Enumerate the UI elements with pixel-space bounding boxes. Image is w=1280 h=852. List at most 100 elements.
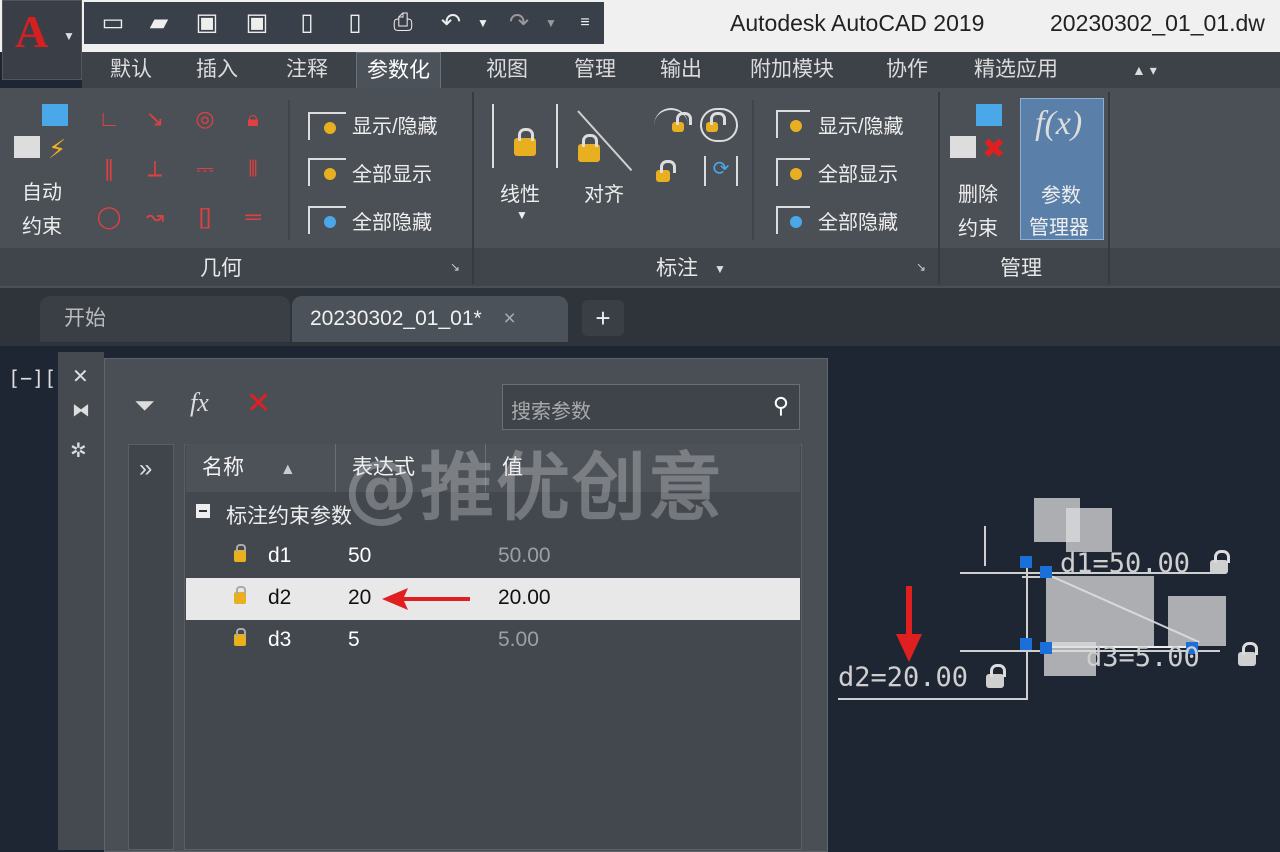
delete-constraint-label[interactable]: 删除	[958, 178, 998, 207]
dim-hide-all-button[interactable]: 全部隐藏	[818, 206, 898, 235]
new-tab-button[interactable]: +	[582, 300, 624, 336]
angular-constraint-icon[interactable]	[654, 156, 688, 186]
param-expression[interactable]: 5	[348, 628, 360, 652]
tangent-icon[interactable]: ◯	[94, 204, 124, 230]
table-row[interactable]: d1 50 50.00	[186, 536, 800, 578]
geom-show-all-button[interactable]: 全部显示	[352, 158, 432, 187]
new-file-icon[interactable]: ▭	[98, 8, 128, 38]
coincident-icon[interactable]: ∟	[94, 106, 124, 132]
palette-title-strip[interactable]: ✕ ⧓ ✲	[58, 352, 104, 850]
autohide-icon[interactable]: ⧓	[72, 400, 90, 421]
tab-current-drawing[interactable]: 20230302_01_01* ×	[292, 296, 568, 342]
tab-insert[interactable]: 插入	[186, 52, 248, 88]
undo-dropdown-icon[interactable]: ▼	[468, 8, 498, 38]
fix-lock-icon[interactable]: 🔒︎	[238, 106, 268, 132]
redo-icon[interactable]: ↷	[504, 8, 534, 38]
chevron-down-icon[interactable]: ▼	[516, 208, 528, 222]
ribbon-options-icon[interactable]: ▲ ▾	[1122, 52, 1167, 88]
tab-collaborate[interactable]: 协作	[876, 52, 938, 88]
perpendicular-icon[interactable]: ⟂	[140, 156, 170, 182]
smooth-icon[interactable]: ↝	[140, 204, 170, 230]
delete-constraint-icon[interactable]: ✖	[950, 104, 1010, 168]
aligned-constraint-button[interactable]: 对齐	[584, 178, 624, 207]
app-title: Autodesk AutoCAD 2019	[730, 10, 985, 36]
properties-icon[interactable]: ✲	[70, 438, 87, 463]
tab-addins[interactable]: 附加模块	[740, 52, 844, 88]
tab-parametric[interactable]: 参数化	[356, 52, 441, 89]
save-icon[interactable]: ▣	[192, 8, 222, 38]
d3-dimension-label[interactable]: d3=5.00	[1086, 642, 1200, 673]
parameters-manager-button[interactable]: f(x) 参数 管理器	[1020, 98, 1104, 240]
viewport-controls[interactable]: [−][	[8, 366, 56, 390]
search-icon[interactable]: ⚲	[773, 393, 789, 419]
radius-constraint-icon[interactable]	[654, 108, 692, 140]
tab-default[interactable]: 默认	[100, 52, 162, 88]
grip-point[interactable]	[1040, 642, 1052, 654]
tab-manage[interactable]: 管理	[564, 52, 626, 88]
close-icon[interactable]: ✕	[72, 364, 89, 389]
dim-hide-all-icon[interactable]	[776, 206, 810, 234]
dialog-launcher-icon[interactable]: ↘	[450, 260, 460, 274]
search-parameters-input[interactable]: 搜索参数 ⚲	[502, 384, 800, 430]
dialog-launcher-icon[interactable]: ↘	[916, 260, 926, 274]
geom-show-hide-icon[interactable]	[308, 112, 346, 140]
geom-show-all-icon[interactable]	[308, 158, 346, 186]
linear-constraint-icon[interactable]	[492, 104, 558, 168]
aligned-constraint-icon[interactable]	[574, 104, 640, 172]
collapse-icon[interactable]	[196, 504, 210, 518]
save-web-icon[interactable]: ▯	[340, 8, 370, 38]
redo-dropdown-icon[interactable]: ▼	[536, 8, 566, 38]
grip-point[interactable]	[1040, 566, 1052, 578]
auto-constrain-icon[interactable]: ⚡	[14, 104, 70, 164]
undo-icon[interactable]: ↶	[436, 8, 466, 38]
collinear-icon[interactable]: ↘	[140, 106, 170, 132]
column-header-name[interactable]: 名称 ▲	[186, 444, 336, 492]
close-icon[interactable]: ×	[504, 307, 516, 330]
parallel-icon[interactable]: ∥	[94, 156, 124, 182]
delete-constraint-label[interactable]: 约束	[958, 212, 998, 241]
d1-dimension-label[interactable]: d1=50.00	[1060, 548, 1190, 579]
dim-show-hide-icon[interactable]	[776, 110, 810, 138]
panel-divider	[1108, 92, 1110, 284]
table-row[interactable]: d3 5 5.00	[186, 620, 800, 662]
filter-tree-pane: »	[128, 444, 174, 850]
dim-show-all-button[interactable]: 全部显示	[818, 158, 898, 187]
param-expression[interactable]: 50	[348, 544, 371, 568]
diameter-constraint-icon[interactable]	[700, 108, 738, 142]
plot-icon[interactable]: ⎙	[388, 8, 418, 38]
auto-constrain-label[interactable]: 自动	[22, 176, 62, 205]
grip-point[interactable]	[1020, 556, 1032, 568]
expand-icon[interactable]: »	[139, 455, 152, 483]
open-folder-icon[interactable]: ▰	[144, 8, 174, 38]
chevron-down-icon[interactable]: ▼	[714, 262, 726, 276]
linear-constraint-button[interactable]: 线性	[500, 178, 540, 207]
auto-constrain-label[interactable]: 约束	[22, 210, 62, 239]
open-web-icon[interactable]: ▯	[292, 8, 322, 38]
symmetric-icon[interactable]: []	[190, 204, 220, 230]
geom-hide-all-icon[interactable]	[308, 206, 346, 234]
equal-icon[interactable]: ═	[238, 204, 268, 230]
filter-icon[interactable]: ⏷	[134, 390, 155, 422]
tab-view[interactable]: 视图	[476, 52, 538, 88]
param-expression[interactable]: 20	[348, 586, 371, 610]
geom-hide-all-button[interactable]: 全部隐藏	[352, 206, 432, 235]
save-as-icon[interactable]: ▣	[242, 8, 272, 38]
horizontal-icon[interactable]: ⎓	[190, 156, 220, 182]
dim-show-all-icon[interactable]	[776, 158, 810, 186]
delete-icon[interactable]: ✕	[246, 386, 271, 421]
tab-featured-apps[interactable]: 精选应用	[964, 52, 1068, 88]
geom-show-hide-button[interactable]: 显示/隐藏	[352, 110, 438, 139]
grip-point[interactable]	[1020, 638, 1032, 650]
dim-show-hide-button[interactable]: 显示/隐藏	[818, 110, 904, 139]
tab-start[interactable]: 开始	[40, 296, 290, 342]
d2-dimension-label[interactable]: d2=20.00	[838, 662, 968, 693]
customize-toolbar-icon[interactable]: ≡	[570, 8, 600, 38]
vertical-icon[interactable]: ⫴	[238, 156, 268, 182]
convert-constraint-icon[interactable]: ⟳	[704, 156, 738, 186]
new-user-parameter-icon[interactable]: fx	[190, 388, 209, 418]
tab-output[interactable]: 输出	[650, 52, 712, 88]
table-row-selected[interactable]: d2 20 20.00	[186, 578, 800, 620]
tab-annotate[interactable]: 注释	[276, 52, 338, 88]
application-menu-button[interactable]: A ▼	[2, 0, 82, 80]
concentric-icon[interactable]: ◎	[190, 106, 220, 132]
